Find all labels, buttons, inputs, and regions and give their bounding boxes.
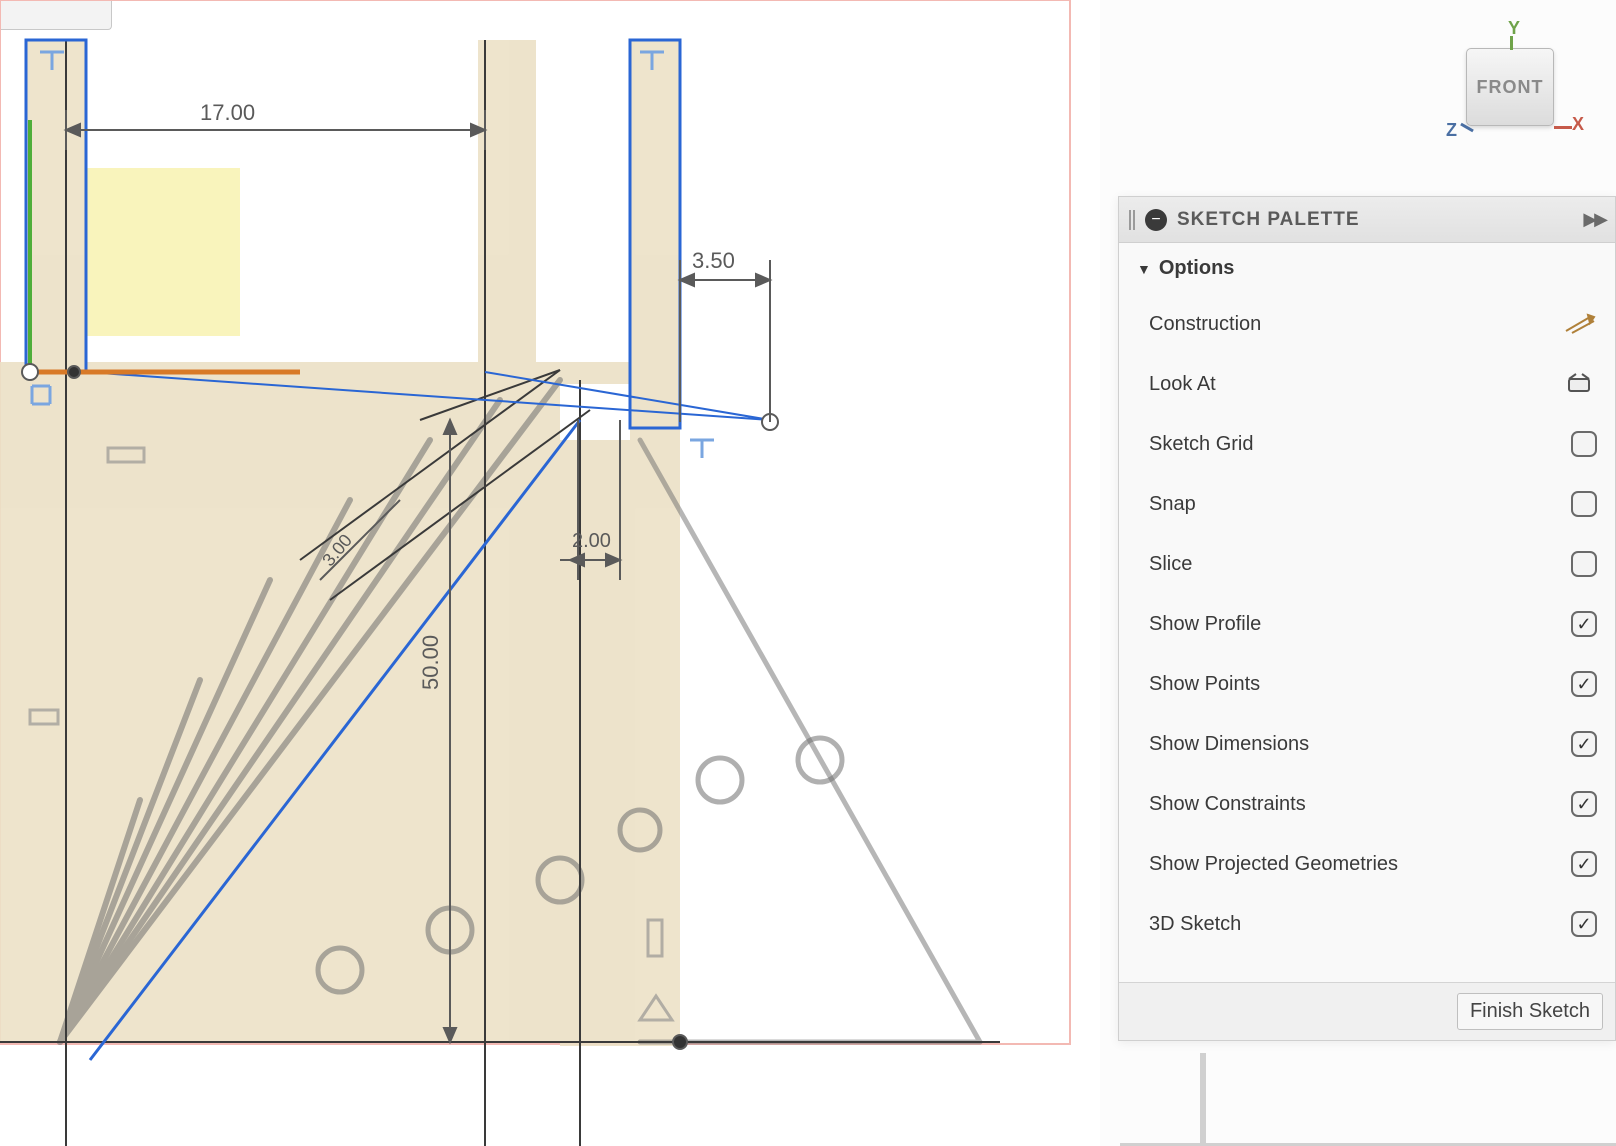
- drag-grip-icon[interactable]: [1129, 210, 1135, 230]
- option-slice[interactable]: Slice ✓: [1149, 534, 1597, 594]
- checkbox[interactable]: ✓: [1571, 671, 1597, 697]
- option-show-points[interactable]: Show Points ✓: [1149, 654, 1597, 714]
- viewcube[interactable]: FRONT Y X Z: [1416, 18, 1576, 158]
- option-snap[interactable]: Snap ✓: [1149, 474, 1597, 534]
- option-label: Show Dimensions: [1149, 733, 1309, 756]
- disclosure-triangle-icon: ▼: [1137, 261, 1151, 277]
- option-label: Look At: [1149, 373, 1216, 396]
- footer-stub: [1200, 1053, 1206, 1143]
- option-show-constraints[interactable]: Show Constraints ✓: [1149, 774, 1597, 834]
- checkbox[interactable]: ✓: [1571, 431, 1597, 457]
- option-show-projected-geometries[interactable]: Show Projected Geometries ✓: [1149, 834, 1597, 894]
- checkbox[interactable]: ✓: [1571, 551, 1597, 577]
- option-label: Snap: [1149, 493, 1196, 516]
- axis-x-label: X: [1572, 114, 1584, 135]
- checkbox[interactable]: ✓: [1571, 731, 1597, 757]
- option-label: Show Profile: [1149, 613, 1261, 636]
- sketch-svg: [0, 0, 1100, 1146]
- option-label: Slice: [1149, 553, 1192, 576]
- axis-y-label: Y: [1508, 18, 1520, 39]
- checkbox[interactable]: ✓: [1571, 791, 1597, 817]
- dimension-50[interactable]: 50.00: [418, 635, 444, 690]
- option-label: Construction: [1149, 313, 1261, 336]
- checkbox[interactable]: ✓: [1571, 491, 1597, 517]
- option-look-at[interactable]: Look At: [1149, 354, 1597, 414]
- options-section-label: Options: [1159, 257, 1235, 280]
- options-list: Construction Look At Sketch Grid ✓ Snap …: [1119, 290, 1615, 982]
- checkbox[interactable]: ✓: [1571, 611, 1597, 637]
- dimension-3p5[interactable]: 3.50: [692, 248, 735, 274]
- construction-icon[interactable]: [1563, 311, 1597, 337]
- dimension-2[interactable]: 2.00: [572, 530, 611, 553]
- expand-arrows-icon[interactable]: ▶▶: [1583, 209, 1605, 230]
- option-show-profile[interactable]: Show Profile ✓: [1149, 594, 1597, 654]
- axis-z-label: Z: [1446, 120, 1457, 141]
- option-construction[interactable]: Construction: [1149, 294, 1597, 354]
- option-sketch-grid[interactable]: Sketch Grid ✓: [1149, 414, 1597, 474]
- dimension-17[interactable]: 17.00: [200, 100, 255, 126]
- collapse-icon[interactable]: −: [1145, 209, 1167, 231]
- sketch-canvas[interactable]: 17.00 3.50 2.00 50.00 3.00: [0, 0, 1100, 1146]
- palette-title: SKETCH PALETTE: [1177, 209, 1573, 231]
- palette-header[interactable]: − SKETCH PALETTE ▶▶: [1119, 197, 1615, 243]
- checkbox[interactable]: ✓: [1571, 911, 1597, 937]
- option-show-dimensions[interactable]: Show Dimensions ✓: [1149, 714, 1597, 774]
- options-section-header[interactable]: ▼ Options: [1119, 243, 1615, 290]
- option-label: Show Points: [1149, 673, 1260, 696]
- option-label: Show Constraints: [1149, 793, 1306, 816]
- finish-sketch-button[interactable]: Finish Sketch: [1457, 993, 1603, 1030]
- viewcube-face-front[interactable]: FRONT: [1466, 48, 1554, 126]
- option-label: 3D Sketch: [1149, 913, 1241, 936]
- look-at-icon[interactable]: [1563, 371, 1597, 397]
- option-label: Show Projected Geometries: [1149, 853, 1398, 876]
- option-3d-sketch[interactable]: 3D Sketch ✓: [1149, 894, 1597, 954]
- sketch-palette-panel: − SKETCH PALETTE ▶▶ ▼ Options Constructi…: [1118, 196, 1616, 1041]
- checkbox[interactable]: ✓: [1571, 851, 1597, 877]
- option-label: Sketch Grid: [1149, 433, 1253, 456]
- palette-footer: Finish Sketch: [1119, 982, 1615, 1040]
